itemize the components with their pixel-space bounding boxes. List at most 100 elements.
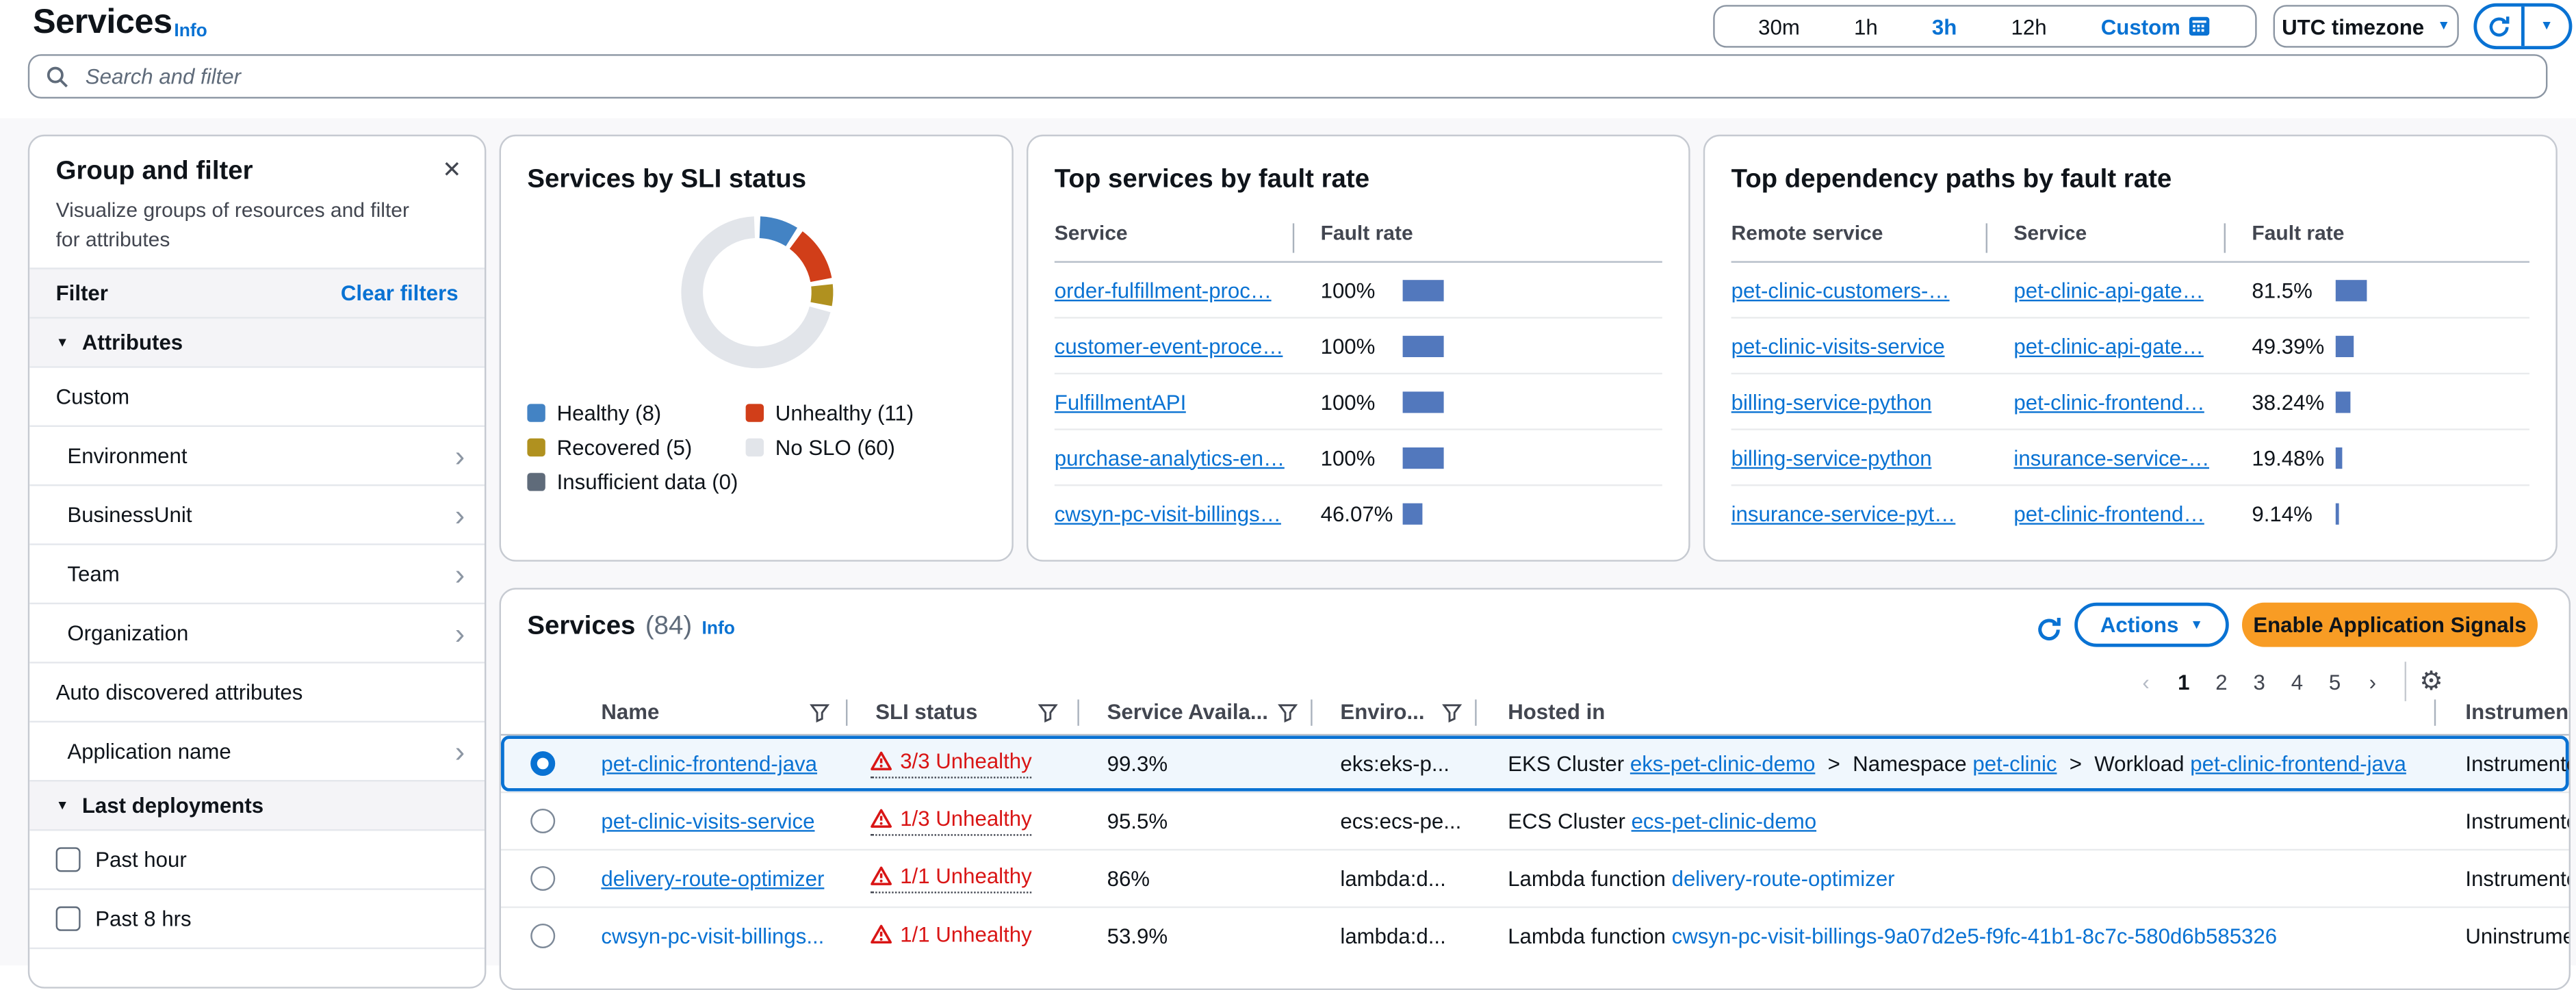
legend-chip [746, 404, 764, 421]
sidebar-item-team[interactable]: Team › [29, 543, 485, 602]
service-name-link[interactable]: pet-clinic-visits-service [601, 809, 814, 833]
legend-item-recovered[interactable]: Recovered (5) [527, 435, 745, 460]
remote-service-link[interactable]: insurance-service-pyt… [1731, 501, 1956, 525]
sidebar-item-businessunit[interactable]: BusinessUnit › [29, 484, 485, 543]
hosted-in-cell: Lambda function delivery-route-optimizer [1508, 866, 1894, 891]
service-link[interactable]: pet-clinic-api-gate… [2013, 333, 2203, 358]
page-5-button[interactable]: 5 [2316, 669, 2354, 694]
service-link[interactable]: cwsyn-pc-visit-billings… [1055, 501, 1281, 525]
enable-application-signals-button[interactable]: Enable Application Signals [2242, 603, 2538, 647]
table-row-pet-clinic-frontend-java[interactable]: pet-clinic-frontend-java 3/3 Unhealthy 9… [501, 735, 2569, 792]
time-range-3h-active[interactable]: 3h [1932, 14, 1957, 38]
table-row: order-fulfillment-proc… 100% [1055, 263, 1662, 319]
legend-item-healthy[interactable]: Healthy (8) [527, 401, 745, 426]
search-input[interactable] [82, 62, 2529, 90]
sli-donut-chart [656, 192, 857, 393]
host-link[interactable]: ecs-pet-clinic-demo [1632, 809, 1816, 833]
row-radio[interactable] [530, 809, 555, 833]
top-bar: Services Info 30m 1h 3h 12h Custom UTC t… [0, 0, 2576, 118]
last-deployments-label: Last deployments [82, 793, 263, 818]
host-link[interactable]: pet-clinic-frontend-java [2190, 751, 2406, 776]
next-page-button[interactable]: › [2354, 669, 2391, 694]
past-hour-checkbox[interactable] [56, 847, 81, 872]
page-info-link[interactable]: Info [174, 21, 207, 41]
time-range-30m[interactable]: 30m [1758, 14, 1800, 38]
time-range-custom[interactable]: Custom [2101, 14, 2212, 38]
card-title: Top services by fault rate [1055, 166, 1662, 195]
service-link[interactable]: pet-clinic-api-gate… [2013, 278, 2203, 302]
filter-funnel-icon[interactable] [1038, 703, 1058, 722]
gear-icon[interactable]: ⚙ [2419, 665, 2443, 698]
filter-funnel-icon[interactable] [810, 703, 829, 722]
page-3-button[interactable]: 3 [2241, 669, 2278, 694]
refresh-button[interactable] [2477, 7, 2521, 47]
timezone-dropdown[interactable]: UTC timezone ▼ [2274, 5, 2459, 47]
legend-item-unhealthy[interactable]: Unhealthy (11) [746, 401, 914, 426]
service-link[interactable]: customer-event-proce… [1055, 333, 1284, 358]
sidebar-item-auto-discovered-attributes: Auto discovered attributes [29, 662, 485, 720]
refresh-split-button: ▼ [2473, 3, 2572, 49]
instrumentation-value: Instrumented [2465, 809, 2571, 833]
legend-item-no-slo[interactable]: No SLO (60) [746, 435, 895, 460]
attributes-section-header[interactable]: ▼ Attributes [29, 317, 485, 366]
page-1-button[interactable]: 1 [2165, 669, 2202, 694]
time-range-12h[interactable]: 12h [2011, 14, 2047, 38]
filter-funnel-icon[interactable] [1442, 703, 1462, 722]
column-header-service: Service [1055, 222, 1128, 245]
page-4-button[interactable]: 4 [2278, 669, 2316, 694]
service-link[interactable]: insurance-service-… [2013, 445, 2209, 469]
time-range-1h[interactable]: 1h [1854, 14, 1878, 38]
filter-funnel-icon[interactable] [1278, 703, 1298, 722]
fault-rate-value: 100% [1321, 445, 1376, 469]
column-divider [1986, 223, 1987, 252]
service-link[interactable]: pet-clinic-frontend… [2013, 389, 2204, 414]
service-link[interactable]: purchase-analytics-en… [1055, 445, 1285, 469]
sidebar-item-environment[interactable]: Environment › [29, 426, 485, 484]
page-2-button[interactable]: 2 [2202, 669, 2240, 694]
close-icon[interactable]: ✕ [442, 156, 461, 184]
remote-service-link[interactable]: pet-clinic-visits-service [1731, 333, 1945, 358]
panel-header: Group and filter ✕ Visualize groups of r… [29, 136, 485, 268]
host-link[interactable]: pet-clinic [1972, 751, 2057, 776]
column-header-availability: Service Availa... [1107, 699, 1268, 724]
sidebar-item-organization[interactable]: Organization › [29, 603, 485, 662]
host-link[interactable]: eks-pet-clinic-demo [1630, 751, 1815, 776]
environment-value: lambda:d... [1340, 924, 1445, 948]
row-radio[interactable] [530, 866, 555, 891]
row-radio-selected[interactable] [530, 751, 555, 776]
table-row-pet-clinic-visits-service[interactable]: pet-clinic-visits-service 1/3 Unhealthy … [501, 792, 2569, 849]
table-row-cwsyn-pc-visit-billings[interactable]: cwsyn-pc-visit-billings... 1/1 Unhealthy… [501, 907, 2569, 964]
table-refresh-button[interactable] [2025, 606, 2071, 652]
row-radio[interactable] [530, 924, 555, 948]
fault-rate-bar [1403, 502, 1422, 523]
remote-service-link[interactable]: pet-clinic-customers-… [1731, 278, 1950, 302]
sidebar-item-custom[interactable]: Custom [29, 366, 485, 425]
service-name-link[interactable]: pet-clinic-frontend-java [601, 751, 817, 776]
legend-item-insufficient-data[interactable]: Insufficient data (0) [527, 469, 738, 494]
actions-button[interactable]: Actions ▼ [2074, 603, 2229, 647]
table-row: billing-service-python insurance-service… [1731, 430, 2529, 486]
table-row-delivery-route-optimizer[interactable]: delivery-route-optimizer 1/1 Unhealthy 8… [501, 849, 2569, 907]
service-link[interactable]: pet-clinic-frontend… [2013, 501, 2204, 525]
host-link[interactable]: delivery-route-optimizer [1672, 866, 1895, 891]
last-deployments-section-header[interactable]: ▼ Last deployments [29, 780, 485, 829]
refresh-options-button[interactable]: ▼ [2525, 7, 2569, 47]
sidebar-item-application-name[interactable]: Application name › [29, 721, 485, 780]
clear-filters-link[interactable]: Clear filters [341, 281, 459, 305]
search-bar [28, 54, 2548, 99]
previous-page-button[interactable]: ‹ [2127, 669, 2165, 694]
remote-service-link[interactable]: billing-service-python [1731, 445, 1932, 469]
hosted-in-cell: ECS Cluster ecs-pet-clinic-demo [1508, 809, 1816, 833]
host-link[interactable]: cwsyn-pc-visit-billings-9a07d2e5-f9fc-41… [1672, 924, 2278, 948]
past-8hrs-checkbox[interactable] [56, 907, 81, 931]
sli-status-cell: 1/1 Unhealthy [871, 922, 1032, 950]
service-link[interactable]: FulfillmentAPI [1055, 389, 1186, 414]
fault-rate-bar [1403, 279, 1444, 300]
fault-rate-bar [1403, 447, 1444, 468]
service-link[interactable]: order-fulfillment-proc… [1055, 278, 1272, 302]
services-info-link[interactable]: Info [702, 619, 735, 639]
warning-triangle-icon [871, 865, 892, 887]
service-name-link[interactable]: delivery-route-optimizer [601, 866, 824, 891]
remote-service-link[interactable]: billing-service-python [1731, 389, 1932, 414]
service-name-link[interactable]: cwsyn-pc-visit-billings... [601, 924, 824, 948]
